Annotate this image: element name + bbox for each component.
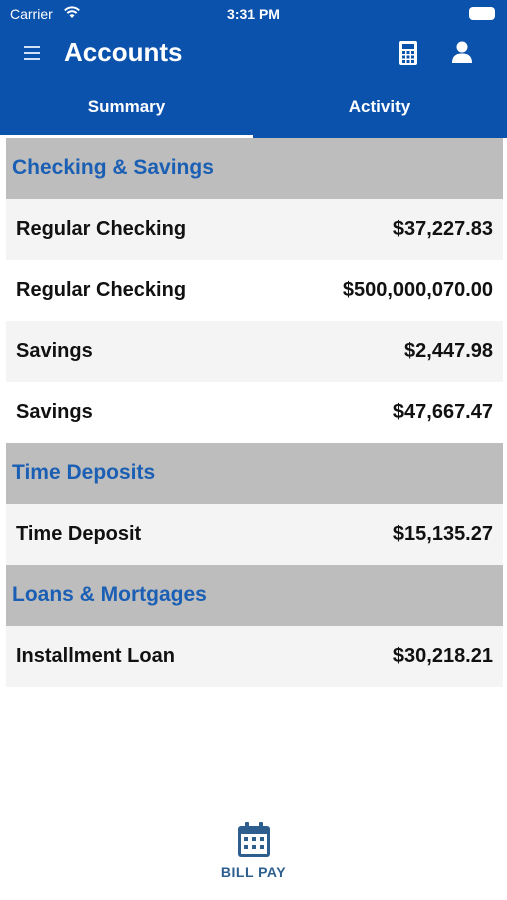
user-icon[interactable] [450, 40, 474, 69]
account-balance: $47,667.47 [392, 401, 493, 423]
tab-summary[interactable]: Summary [0, 78, 253, 138]
account-row[interactable]: Installment Loan $30,218.21 [6, 626, 503, 687]
status-bar: Carrier 3:31 PM [0, 0, 507, 28]
nav-bar: Accounts [0, 28, 507, 78]
account-row[interactable]: Regular Checking $500,000,070.00 [6, 260, 503, 321]
account-balance: $15,135.27 [392, 523, 493, 545]
account-balance: $2,447.98 [404, 340, 493, 362]
account-row[interactable]: Savings $2,447.98 [6, 321, 503, 382]
account-balance: $30,218.21 [392, 645, 493, 667]
account-row[interactable]: Regular Checking $37,227.83 [6, 199, 503, 260]
bill-pay-label: BILL PAY [220, 864, 287, 880]
tab-activity[interactable]: Activity [253, 78, 506, 138]
battery-icon [469, 7, 495, 20]
account-row[interactable]: Savings $47,667.47 [6, 382, 503, 443]
tab-bar: Summary Activity [0, 78, 507, 138]
section-header-time-deposits: Time Deposits [6, 443, 503, 504]
account-balance: $500,000,070.00 [342, 279, 493, 301]
section-header-loans-mortgages: Loans & Mortgages [6, 565, 503, 626]
account-row[interactable]: Time Deposit $15,135.27 [6, 504, 503, 565]
account-name: Time Deposit [16, 523, 142, 545]
bill-pay-button[interactable]: BILL PAY [200, 818, 307, 888]
accounts-list: Checking & Savings Regular Checking $37,… [6, 138, 503, 687]
status-time: 3:31 PM [227, 6, 280, 22]
account-balance: $37,227.83 [392, 218, 493, 240]
account-name: Regular Checking [16, 218, 187, 240]
tab-summary-label: Summary [87, 97, 166, 116]
account-name: Savings [16, 340, 93, 362]
page-title: Accounts [64, 37, 183, 67]
account-name: Savings [16, 401, 93, 423]
calculator-icon[interactable] [398, 40, 418, 71]
calendar-icon [237, 822, 270, 857]
tab-activity-label: Activity [348, 97, 411, 116]
account-name: Installment Loan [16, 645, 175, 667]
account-name: Regular Checking [16, 279, 187, 301]
section-header-checking-savings: Checking & Savings [6, 138, 503, 199]
menu-icon[interactable] [22, 42, 46, 64]
